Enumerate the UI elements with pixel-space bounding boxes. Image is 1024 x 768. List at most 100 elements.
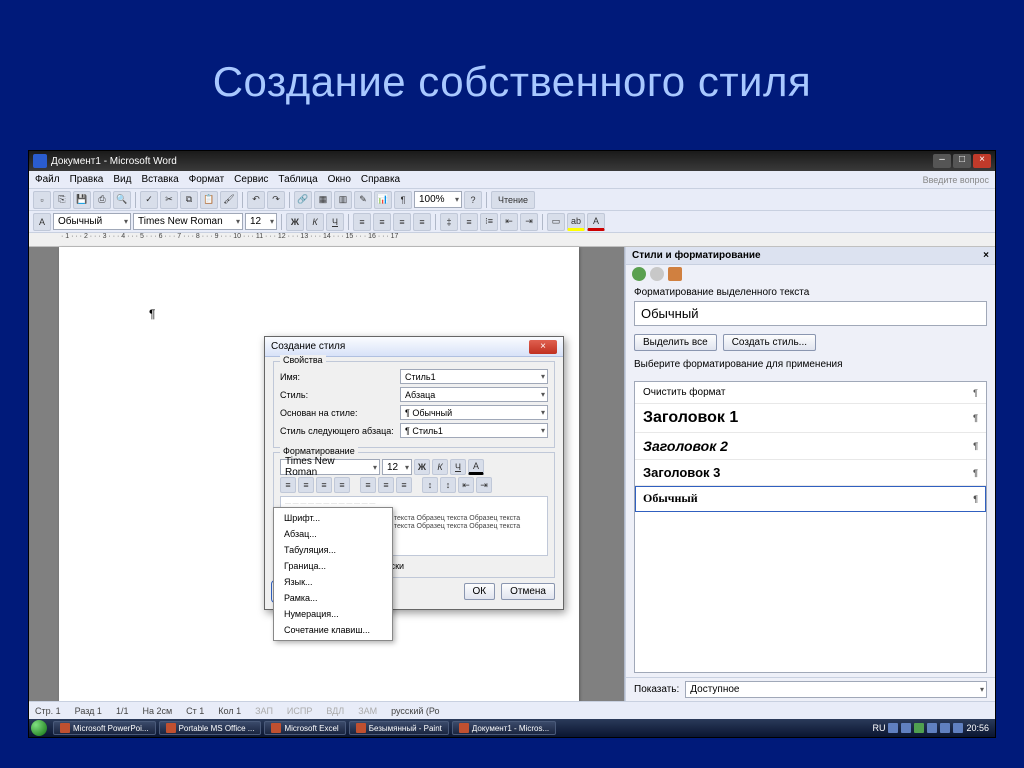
read-mode-icon[interactable]: Чтение	[491, 191, 535, 209]
tray-icon[interactable]	[953, 723, 963, 733]
styles-pane-icon[interactable]: A	[33, 213, 51, 231]
format-menu-item[interactable]: Шрифт...	[274, 510, 392, 526]
tray-icon[interactable]	[914, 723, 924, 733]
link-icon[interactable]: 🔗	[294, 191, 312, 209]
status-ext[interactable]: ВДЛ	[326, 706, 344, 716]
format-menu-item[interactable]: Табуляция...	[274, 542, 392, 558]
save-icon[interactable]: 💾	[73, 191, 91, 209]
spell-icon[interactable]: ✓	[140, 191, 158, 209]
dlg-underline-icon[interactable]: Ч	[450, 459, 466, 475]
new-doc-icon[interactable]: ▫	[33, 191, 51, 209]
dlg-align-center-icon[interactable]: ≡	[298, 477, 314, 493]
style-select[interactable]: Обычный	[53, 213, 131, 230]
outdent-icon[interactable]: ⇤	[500, 213, 518, 231]
format-menu-item[interactable]: Нумерация...	[274, 606, 392, 622]
dialog-close-icon[interactable]: ×	[529, 340, 557, 354]
format-menu-item[interactable]: Сочетание клавиш...	[274, 622, 392, 638]
paste-icon[interactable]: 📋	[200, 191, 218, 209]
close-button[interactable]: ×	[973, 154, 991, 168]
chart-icon[interactable]: 📊	[374, 191, 392, 209]
size-select[interactable]: 12	[245, 213, 277, 230]
menu-table[interactable]: Таблица	[278, 174, 317, 185]
menu-window[interactable]: Окно	[328, 174, 351, 185]
table-icon[interactable]: ▦	[314, 191, 332, 209]
style-list[interactable]: Очистить формат¶Заголовок 1¶Заголовок 2¶…	[634, 381, 987, 673]
borders-icon[interactable]: ▭	[547, 213, 565, 231]
dlg-italic-icon[interactable]: К	[432, 459, 448, 475]
menu-file[interactable]: Файл	[35, 174, 60, 185]
dlg-size-select[interactable]: 12	[382, 459, 412, 475]
menu-edit[interactable]: Правка	[70, 174, 104, 185]
dlg-space-before-dec-icon[interactable]: ↕	[440, 477, 456, 493]
zoom-select[interactable]: 100%	[414, 191, 462, 208]
current-style-box[interactable]: Обычный	[634, 301, 987, 326]
dlg-indent-inc-icon[interactable]: ⇥	[476, 477, 492, 493]
dlg-align-left-icon[interactable]: ≡	[280, 477, 296, 493]
dlg-align-justify-icon[interactable]: ≡	[334, 477, 350, 493]
minimize-button[interactable]: –	[933, 154, 951, 168]
align-left-icon[interactable]: ≡	[353, 213, 371, 231]
maximize-button[interactable]: □	[953, 154, 971, 168]
redo-icon[interactable]: ↷	[267, 191, 285, 209]
taskbar-item[interactable]: Документ1 - Micros...	[452, 721, 556, 735]
dlg-spacing15-icon[interactable]: ≡	[378, 477, 394, 493]
menu-tools[interactable]: Сервис	[234, 174, 268, 185]
pane-close-icon[interactable]: ×	[983, 250, 989, 261]
dlg-space-before-inc-icon[interactable]: ↕	[422, 477, 438, 493]
help-icon[interactable]: ?	[464, 191, 482, 209]
dlg-bold-icon[interactable]: Ж	[414, 459, 430, 475]
nav-fwd-icon[interactable]	[650, 267, 664, 281]
align-center-icon[interactable]: ≡	[373, 213, 391, 231]
dlg-spacing1-icon[interactable]: ≡	[360, 477, 376, 493]
show-marks-icon[interactable]: ¶	[394, 191, 412, 209]
taskbar-item[interactable]: Portable MS Office ...	[159, 721, 262, 735]
taskbar-item[interactable]: Microsoft PowerPoi...	[53, 721, 156, 735]
dlg-align-right-icon[interactable]: ≡	[316, 477, 332, 493]
italic-icon[interactable]: К	[306, 213, 324, 231]
copy-icon[interactable]: ⧉	[180, 191, 198, 209]
status-rec[interactable]: ЗАП	[255, 706, 273, 716]
underline-icon[interactable]: Ч	[326, 213, 344, 231]
cancel-button[interactable]: Отмена	[501, 583, 555, 600]
tray-lang[interactable]: RU	[872, 723, 885, 733]
new-style-button[interactable]: Создать стиль...	[723, 334, 816, 351]
nav-back-icon[interactable]	[632, 267, 646, 281]
format-painter-icon[interactable]: 🖌	[220, 191, 238, 209]
tray-icon[interactable]	[940, 723, 950, 733]
dlg-indent-dec-icon[interactable]: ⇤	[458, 477, 474, 493]
font-select[interactable]: Times New Roman	[133, 213, 243, 230]
dlg-font-select[interactable]: Times New Roman	[280, 459, 380, 475]
status-ovr[interactable]: ЗАМ	[358, 706, 377, 716]
style-list-item[interactable]: Обычный¶	[635, 486, 986, 512]
print-icon[interactable]: ⎙	[93, 191, 111, 209]
preview-icon[interactable]: 🔍	[113, 191, 131, 209]
ok-button[interactable]: ОК	[464, 583, 496, 600]
font-color-icon[interactable]: A	[587, 213, 605, 231]
line-spacing-icon[interactable]: ‡	[440, 213, 458, 231]
open-icon[interactable]: ⎘	[53, 191, 71, 209]
start-button[interactable]	[31, 720, 47, 736]
based-on-select[interactable]: ¶ Обычный	[400, 405, 548, 420]
tray-icon[interactable]	[901, 723, 911, 733]
drawing-icon[interactable]: ✎	[354, 191, 372, 209]
help-search[interactable]: Введите вопрос	[923, 175, 989, 185]
style-list-item[interactable]: Заголовок 1¶	[635, 404, 986, 433]
format-menu-item[interactable]: Язык...	[274, 574, 392, 590]
show-select[interactable]: Доступное	[685, 681, 987, 698]
highlight-icon[interactable]: ab	[567, 213, 585, 231]
horizontal-ruler[interactable]: · 1 · · · 2 · · · 3 · · · 4 · · · 5 · · …	[29, 233, 995, 247]
align-right-icon[interactable]: ≡	[393, 213, 411, 231]
align-justify-icon[interactable]: ≡	[413, 213, 431, 231]
status-trk[interactable]: ИСПР	[287, 706, 312, 716]
dlg-spacing2-icon[interactable]: ≡	[396, 477, 412, 493]
menu-view[interactable]: Вид	[113, 174, 131, 185]
menu-format[interactable]: Формат	[189, 174, 225, 185]
format-menu-item[interactable]: Рамка...	[274, 590, 392, 606]
tray-icon[interactable]	[927, 723, 937, 733]
tray-clock[interactable]: 20:56	[966, 723, 989, 733]
format-menu-item[interactable]: Граница...	[274, 558, 392, 574]
bold-icon[interactable]: Ж	[286, 213, 304, 231]
dlg-color-icon[interactable]: A	[468, 459, 484, 475]
menu-help[interactable]: Справка	[361, 174, 400, 185]
style-list-item[interactable]: Заголовок 2¶	[635, 433, 986, 460]
